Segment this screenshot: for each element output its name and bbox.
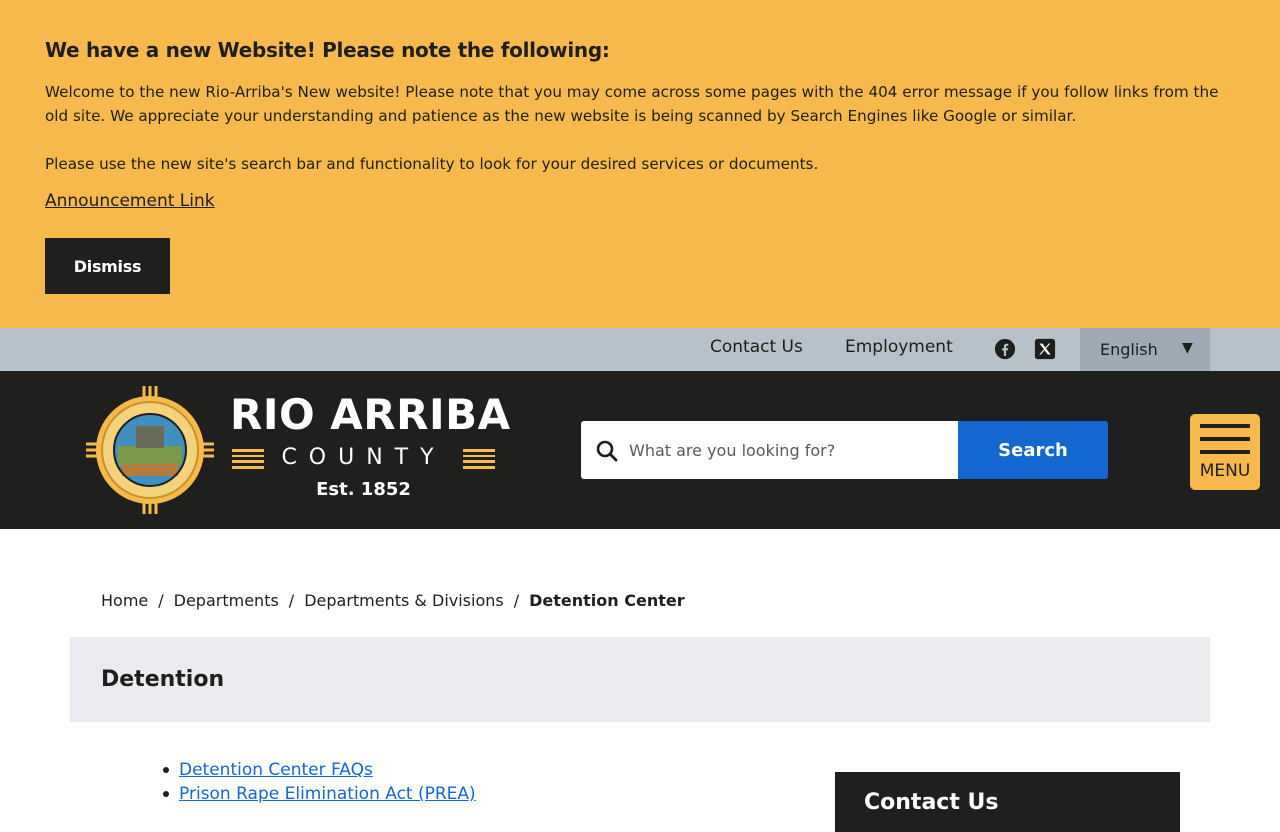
- hamburger-icon: [1200, 450, 1250, 454]
- decorative-stripes-icon: [463, 449, 495, 469]
- x-twitter-icon[interactable]: [1034, 338, 1056, 360]
- breadcrumb-separator: /: [158, 591, 164, 610]
- caret-down-icon: ▼: [1182, 340, 1193, 356]
- contact-us-link[interactable]: Contact Us: [710, 337, 803, 357]
- banner-paragraph: Welcome to the new Rio-Arriba's New webs…: [45, 83, 1219, 125]
- detention-faqs-link[interactable]: Detention Center FAQs: [179, 760, 373, 780]
- brand-established: Est. 1852: [316, 479, 411, 500]
- hamburger-icon: [1200, 437, 1250, 441]
- dismiss-button[interactable]: Dismiss: [45, 238, 170, 294]
- page-links-list: Detention Center FAQs Prison Rape Elimin…: [163, 758, 476, 806]
- prea-link[interactable]: Prison Rape Elimination Act (PREA): [179, 784, 476, 804]
- language-select[interactable]: English ▼: [1080, 328, 1210, 371]
- brand-county: COUNTY: [281, 445, 446, 470]
- list-item: Detention Center FAQs: [163, 758, 476, 782]
- site-header: RIO ARRIBA COUNTY Est. 1852 Search MENU: [0, 371, 1280, 529]
- breadcrumb-departments-divisions[interactable]: Departments & Divisions: [304, 591, 504, 610]
- search-icon: [596, 440, 618, 462]
- hamburger-icon: [1200, 424, 1250, 428]
- breadcrumb-separator: /: [513, 591, 520, 610]
- banner-paragraph: Please use the new site's search bar and…: [45, 155, 819, 173]
- county-seal-logo[interactable]: [86, 386, 214, 514]
- utility-bar: Contact Us Employment English ▼: [0, 328, 1280, 371]
- banner-title: We have a new Website! Please note the f…: [45, 38, 610, 62]
- sidebar-contact-box: Contact Us: [835, 772, 1180, 832]
- announcement-link[interactable]: Announcement Link: [45, 191, 215, 211]
- breadcrumb-separator: /: [288, 591, 295, 610]
- decorative-stripes-icon: [232, 449, 264, 469]
- breadcrumb-home[interactable]: Home: [101, 591, 148, 610]
- employment-link[interactable]: Employment: [845, 337, 953, 357]
- search-button[interactable]: Search: [958, 421, 1108, 479]
- facebook-icon[interactable]: [994, 338, 1016, 360]
- breadcrumb-departments[interactable]: Departments: [174, 591, 279, 610]
- brand-name: RIO ARRIBA: [230, 390, 511, 439]
- brand-county-row: COUNTY: [232, 445, 495, 471]
- breadcrumb-current: Detention Center: [529, 591, 685, 610]
- breadcrumb: Home / Departments / Departments & Divisions…: [101, 591, 685, 610]
- menu-label: MENU: [1199, 461, 1251, 481]
- search-box: [581, 421, 958, 479]
- announcement-banner: We have a new Website! Please note the f…: [0, 0, 1280, 328]
- search-input[interactable]: [629, 431, 949, 469]
- menu-button[interactable]: MENU: [1190, 414, 1260, 490]
- language-selected: English: [1100, 340, 1158, 359]
- page-title: Detention: [101, 667, 225, 692]
- sidebar-title: Contact Us: [864, 790, 999, 815]
- list-item: Prison Rape Elimination Act (PREA): [163, 782, 476, 806]
- page-title-band: Detention: [70, 637, 1210, 722]
